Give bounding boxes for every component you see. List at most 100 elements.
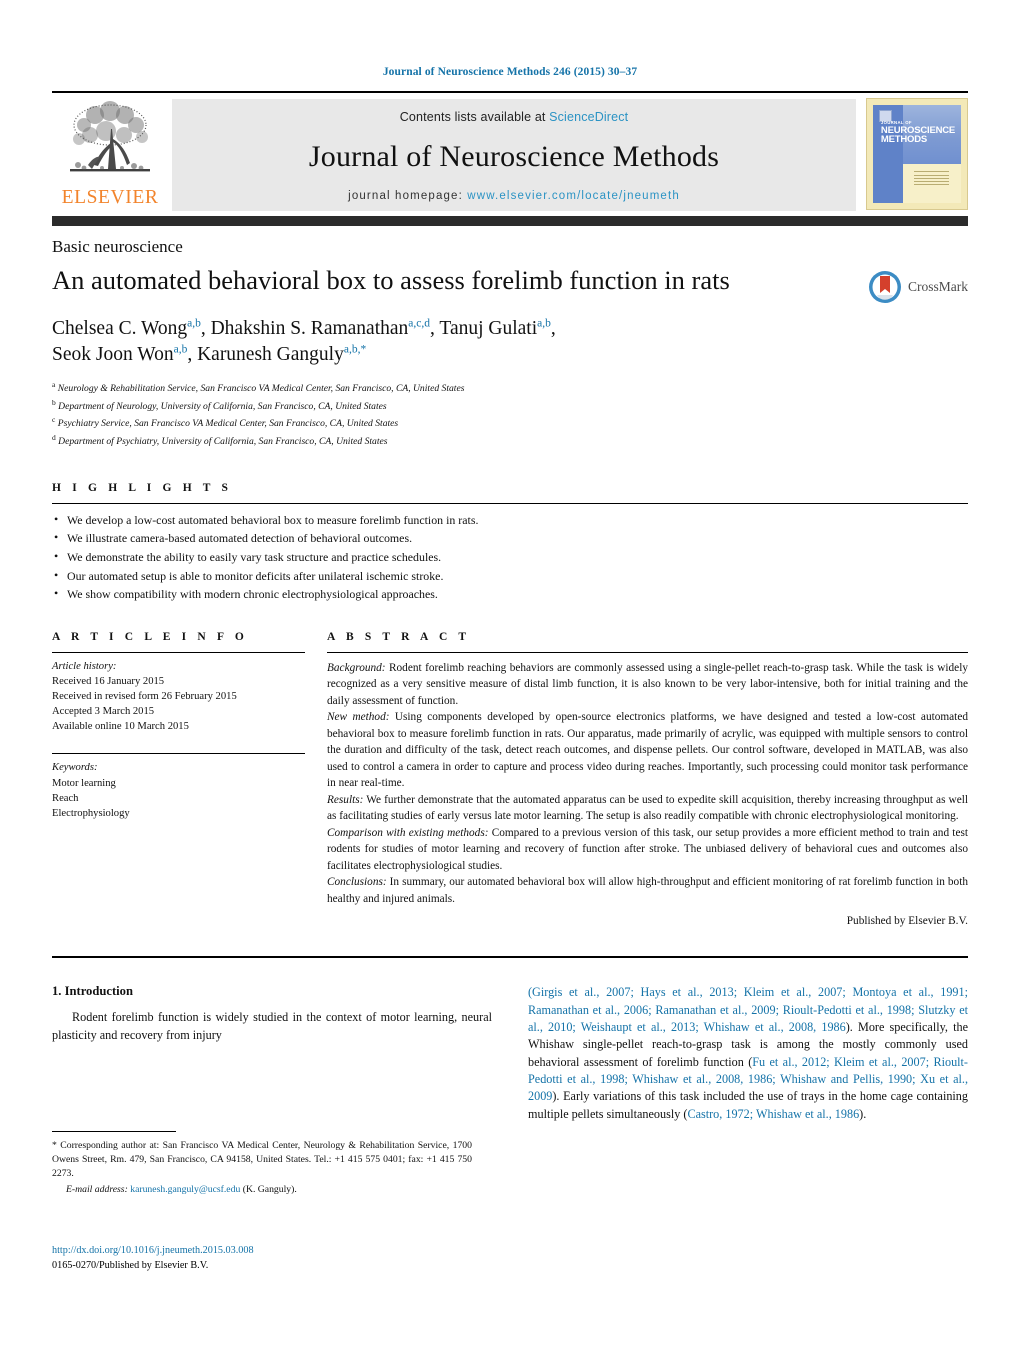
intro-text-3: ).	[859, 1106, 867, 1121]
cover-line-2: NEUROSCIENCE METHODS	[880, 124, 956, 146]
contents-prefix: Contents lists available at	[399, 110, 550, 124]
crossmark-badge[interactable]: CrossMark	[868, 270, 968, 304]
abstract-newmethod-text: Using components developed by open-sourc…	[327, 711, 968, 790]
journal-cover-thumbnail: JOURNAL OF NEUROSCIENCE METHODS	[866, 98, 968, 210]
author-2-affil[interactable]: a,c,d	[408, 318, 430, 330]
cover-line-1: JOURNAL OF	[880, 119, 912, 125]
abstract-conclusions-label: Conclusions:	[327, 876, 387, 889]
author-4: Seok Joon Won	[52, 343, 174, 365]
page-title: An automated behavioral box to assess fo…	[52, 265, 730, 295]
elsevier-tree-icon	[70, 101, 150, 172]
affiliations: a Neurology & Rehabilitation Service, Sa…	[52, 379, 968, 450]
author-4-affil[interactable]: a,b	[174, 343, 188, 355]
author-2: , Dhakshin S. Ramanathan	[200, 318, 409, 339]
journal-homepage-link[interactable]: www.elsevier.com/locate/jneumeth	[467, 190, 680, 202]
footnote-rule	[52, 1131, 176, 1132]
abstract-conclusions: Conclusions: In summary, our automated b…	[327, 874, 968, 907]
abstract-heading: A B S T R A C T	[327, 630, 471, 643]
list-item: We show compatibility with modern chroni…	[52, 584, 968, 604]
affil-marker-d: d	[52, 433, 56, 443]
affiliation-c: c Psychiatry Service, San Francisco VA M…	[52, 414, 968, 432]
affil-text-b: Department of Neurology, University of C…	[58, 400, 387, 412]
abstract-background-text: Rodent forelimb reaching behaviors are c…	[327, 661, 968, 707]
author-1-affil[interactable]: a,b	[187, 318, 201, 330]
homepage-prefix: journal homepage:	[348, 190, 468, 202]
abstract-divider	[327, 651, 968, 653]
history-accepted: Accepted 3 March 2015	[52, 706, 155, 718]
keyword-item: Reach	[52, 792, 79, 804]
affil-text-c: Psychiatry Service, San Francisco VA Med…	[57, 418, 399, 430]
abstract-column: A B S T R A C T Background: Rodent forel…	[327, 631, 968, 930]
author-sep: ,	[550, 318, 556, 339]
author-5: , Karunesh Ganguly	[187, 343, 344, 365]
affil-marker-b: b	[52, 397, 56, 407]
author-5-affil[interactable]: a,b,*	[344, 343, 366, 355]
footnote-address: Corresponding author at: San Francisco V…	[52, 1140, 472, 1180]
abstract-body: Background: Rodent forelimb reaching beh…	[327, 660, 968, 930]
author-3-affil[interactable]: a,b	[537, 318, 551, 330]
abstract-newmethod-label: New method:	[327, 711, 390, 724]
intro-heading: 1. Introduction	[52, 984, 133, 999]
abstract-results-label: Results:	[327, 793, 364, 806]
highlights-heading: H I G H L I G H T S	[52, 481, 233, 494]
footnote-text: * Corresponding author at: San Francisco…	[52, 1139, 472, 1198]
article-history-block: Article history: Received 16 January 201…	[52, 659, 305, 735]
citation-group-3[interactable]: Castro, 1972; Whishaw et al., 1986	[687, 1107, 859, 1121]
body-divider	[52, 956, 968, 959]
journal-homepage-line: journal homepage: www.elsevier.com/locat…	[348, 190, 680, 202]
masthead-center-panel: Contents lists available at ScienceDirec…	[172, 99, 856, 211]
abstract-comparison: Comparison with existing methods: Compar…	[327, 825, 968, 874]
abstract-results: Results: We further demonstrate that the…	[327, 792, 968, 825]
introduction-section: 1. Introduction Rodent forelimb function…	[52, 984, 968, 1123]
abstract-comparison-label: Comparison with existing methods:	[327, 826, 489, 839]
sciencedirect-link[interactable]: ScienceDirect	[549, 110, 628, 124]
issn-line: 0165-0270/Published by Elsevier B.V.	[52, 1260, 209, 1272]
author-list: Chelsea C. Wonga,b, Dhakshin S. Ramanath…	[52, 316, 968, 368]
affil-marker-c: c	[52, 415, 56, 425]
keyword-item: Motor learning	[52, 777, 116, 789]
abstract-background-label: Background:	[327, 661, 386, 674]
author-email-link[interactable]: karunesh.ganguly@ucsf.edu	[130, 1184, 240, 1195]
doi-block: http://dx.doi.org/10.1016/j.jneumeth.201…	[52, 1243, 482, 1274]
cover-texture-lines	[913, 171, 949, 187]
article-info-divider	[52, 651, 305, 653]
abstract-results-text: We further demonstrate that the automate…	[327, 793, 968, 823]
crossmark-label: CrossMark	[908, 279, 968, 294]
elsevier-logo: ELSEVIER	[52, 93, 168, 216]
intro-right-column: (Girgis et al., 2007; Hays et al., 2013;…	[528, 984, 968, 1123]
footnote-email-line: E-mail address: karunesh.ganguly@ucsf.ed…	[52, 1183, 472, 1197]
history-online: Available online 10 March 2015	[52, 721, 189, 733]
keyword-item: Electrophysiology	[52, 807, 130, 819]
email-suffix: (K. Ganguly).	[240, 1184, 297, 1196]
email-label: E-mail address:	[66, 1184, 128, 1196]
cover-inner: JOURNAL OF NEUROSCIENCE METHODS	[873, 105, 961, 203]
list-item: We illustrate camera-based automated det…	[52, 528, 968, 548]
keywords-block: Keywords: Motor learning Reach Electroph…	[52, 760, 305, 821]
list-item: We develop a low-cost automated behavior…	[52, 510, 968, 530]
elsevier-wordmark: ELSEVIER	[61, 187, 159, 208]
masthead-bottom-bar	[52, 216, 968, 226]
affiliation-d: d Department of Psychiatry, University o…	[52, 432, 968, 450]
abstract-background: Background: Rodent forelimb reaching beh…	[327, 660, 968, 709]
running-head: Journal of Neuroscience Methods 246 (201…	[382, 66, 638, 78]
list-item: Our automated setup is able to monitor d…	[52, 566, 968, 586]
doi-line: http://dx.doi.org/10.1016/j.jneumeth.201…	[52, 1243, 482, 1258]
list-item: We demonstrate the ability to easily var…	[52, 547, 968, 567]
info-abstract-row: A R T I C L E I N F O Article history: R…	[52, 631, 968, 930]
crossmark-icon	[869, 271, 901, 303]
affil-text-d: Department of Psychiatry, University of …	[58, 436, 388, 448]
history-revised: Received in revised form 26 February 201…	[52, 691, 237, 702]
keywords-label: Keywords:	[52, 762, 98, 774]
article-info-column: A R T I C L E I N F O Article history: R…	[52, 631, 327, 821]
article-section-label: Basic neuroscience	[52, 237, 183, 256]
intro-left-column: 1. Introduction Rodent forelimb function…	[52, 984, 492, 1123]
journal-masthead: ELSEVIER Contents lists available at Sci…	[52, 91, 968, 216]
journal-title: Journal of Neuroscience Methods	[308, 140, 720, 173]
affil-marker-a: a	[52, 379, 56, 389]
doi-link[interactable]: http://dx.doi.org/10.1016/j.jneumeth.201…	[52, 1245, 254, 1256]
article-history-label: Article history:	[52, 660, 117, 672]
author-1: Chelsea C. Wong	[52, 318, 188, 339]
keywords-divider	[52, 753, 305, 755]
corresponding-author-footnote: * Corresponding author at: San Francisco…	[52, 1131, 472, 1198]
intro-paragraph-left: Rodent forelimb function is widely studi…	[52, 1010, 492, 1042]
